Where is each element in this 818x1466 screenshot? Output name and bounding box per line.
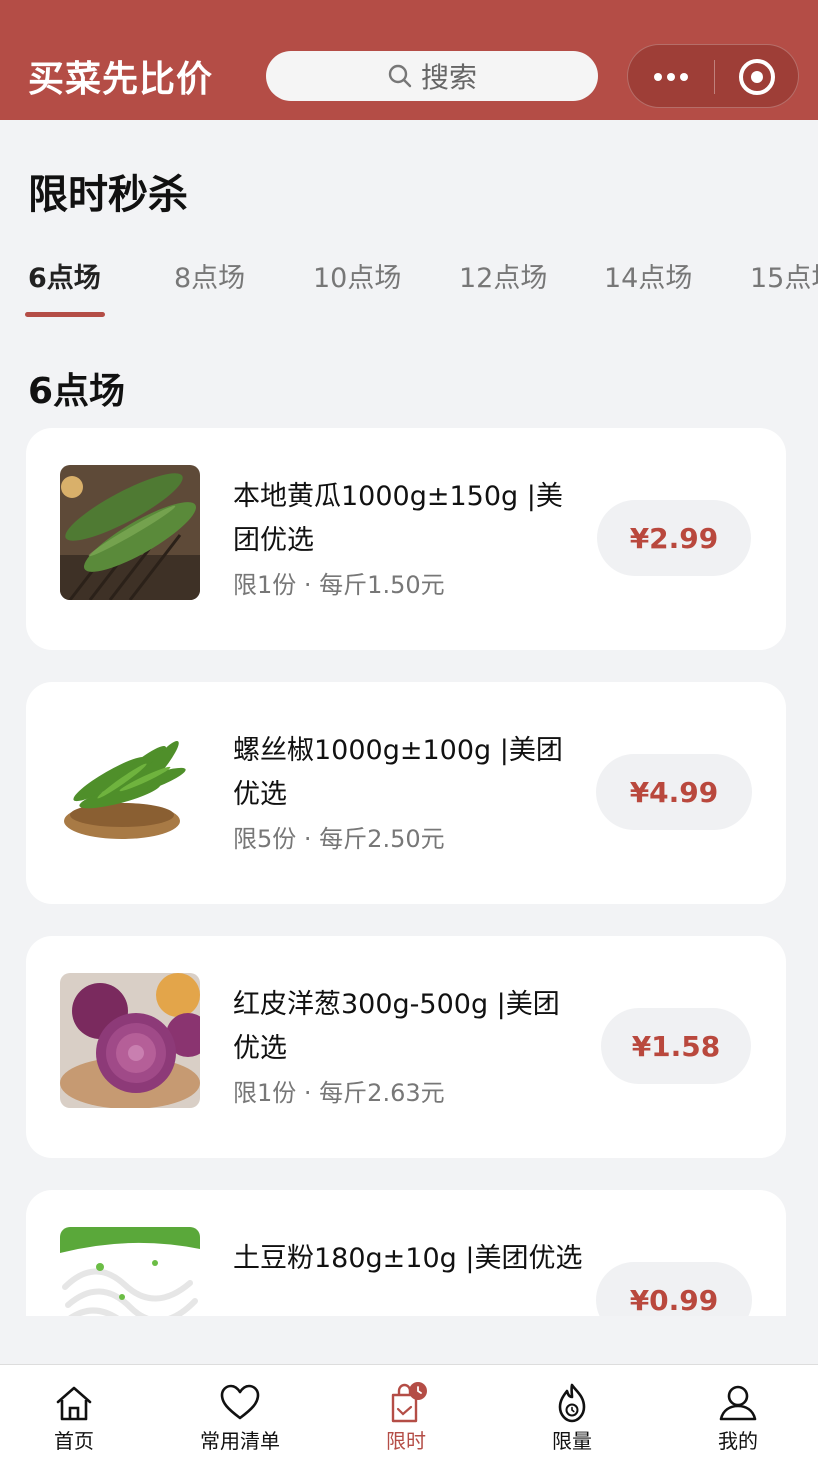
tab-label: 常用清单 (200, 1429, 280, 1453)
top-bar: 买菜先比价 搜索 (0, 0, 818, 120)
tab-profile[interactable]: 我的 (668, 1381, 808, 1454)
price-button[interactable]: ¥1.58 (601, 1008, 751, 1084)
page-content[interactable]: 限时秒杀 6点场 8点场 10点场 12点场 14点场 15点场 6点场 (0, 120, 818, 1316)
search-placeholder: 搜索 (420, 61, 477, 94)
unit-price: 每斤2.50元 (319, 825, 445, 853)
active-tab-indicator (25, 312, 105, 317)
tab-session[interactable]: 15点场 (750, 256, 818, 295)
section-title: 6点场 (28, 371, 126, 412)
product-name: 红皮洋葱300g-500g |美团优选 (233, 989, 560, 1064)
flame-icon (558, 1383, 586, 1423)
price-button[interactable]: ¥0.99 (596, 1262, 752, 1316)
tab-flash-sale[interactable]: 限时 (336, 1381, 476, 1454)
product-image-potato-noodles (60, 1227, 200, 1316)
unit-price: 每斤1.50元 (319, 571, 445, 599)
search-icon (388, 64, 412, 88)
price-button[interactable]: ¥2.99 (597, 500, 751, 576)
tab-session[interactable]: 6点场 (28, 256, 101, 295)
search-box[interactable]: 搜索 (266, 51, 598, 101)
tab-favorites[interactable]: 常用清单 (170, 1381, 310, 1454)
capsule-divider (714, 60, 715, 94)
more-options-icon[interactable] (654, 73, 688, 81)
product-image-cucumber (60, 465, 200, 600)
heart-icon (220, 1384, 260, 1420)
product-card[interactable]: 本地黄瓜1000g±150g |美团优选 限1份 · 每斤1.50元 ¥2.99 (26, 428, 786, 650)
product-card[interactable]: 螺丝椒1000g±100g |美团优选 限5份 · 每斤2.50元 ¥4.99 (26, 682, 786, 904)
product-card[interactable]: 红皮洋葱300g-500g |美团优选 限1份 · 每斤2.63元 ¥1.58 (26, 936, 786, 1158)
mini-program-capsule (627, 44, 799, 108)
product-card[interactable]: 土豆粉180g±10g |美团优选 ¥0.99 (26, 1190, 786, 1316)
purchase-limit: 限1份 (233, 1079, 297, 1107)
page-title: 限时秒杀 (28, 172, 188, 218)
product-image-red-onion (60, 973, 200, 1108)
tab-session[interactable]: 8点场 (174, 256, 245, 295)
product-name: 螺丝椒1000g±100g |美团优选 (233, 735, 563, 810)
tab-label: 我的 (718, 1429, 758, 1453)
purchase-limit: 限1份 (233, 571, 297, 599)
product-name: 土豆粉180g±10g |美团优选 (233, 1243, 583, 1274)
tab-session[interactable]: 12点场 (459, 256, 547, 295)
session-tabs: 6点场 8点场 10点场 12点场 14点场 15点场 (0, 250, 818, 320)
product-image-green-pepper (60, 719, 200, 854)
product-meta: 限1份 · 每斤1.50元 (233, 571, 445, 599)
price-button[interactable]: ¥4.99 (596, 754, 752, 830)
home-icon (56, 1386, 92, 1421)
product-name: 本地黄瓜1000g±150g |美团优选 (233, 481, 563, 556)
purchase-limit: 限5份 (233, 825, 297, 853)
product-meta: 限1份 · 每斤2.63元 (233, 1079, 445, 1107)
app-title: 买菜先比价 (28, 59, 214, 100)
product-meta: 限5份 · 每斤2.50元 (233, 825, 445, 853)
flash-sale-bag-icon (391, 1382, 427, 1423)
tab-label: 首页 (54, 1429, 94, 1453)
tab-limited[interactable]: 限量 (502, 1381, 642, 1454)
bottom-safe-area (0, 1460, 818, 1466)
user-icon (719, 1385, 757, 1421)
tab-session[interactable]: 10点场 (313, 256, 401, 295)
tab-label: 限时 (386, 1429, 426, 1453)
bottom-tab-bar: 首页 常用清单 限时 限量 我的 (0, 1364, 818, 1460)
tab-home[interactable]: 首页 (4, 1381, 144, 1454)
tab-session[interactable]: 14点场 (604, 256, 692, 295)
unit-price: 每斤2.63元 (319, 1079, 445, 1107)
tab-label: 限量 (552, 1429, 592, 1453)
close-miniprogram-icon[interactable] (739, 59, 775, 95)
